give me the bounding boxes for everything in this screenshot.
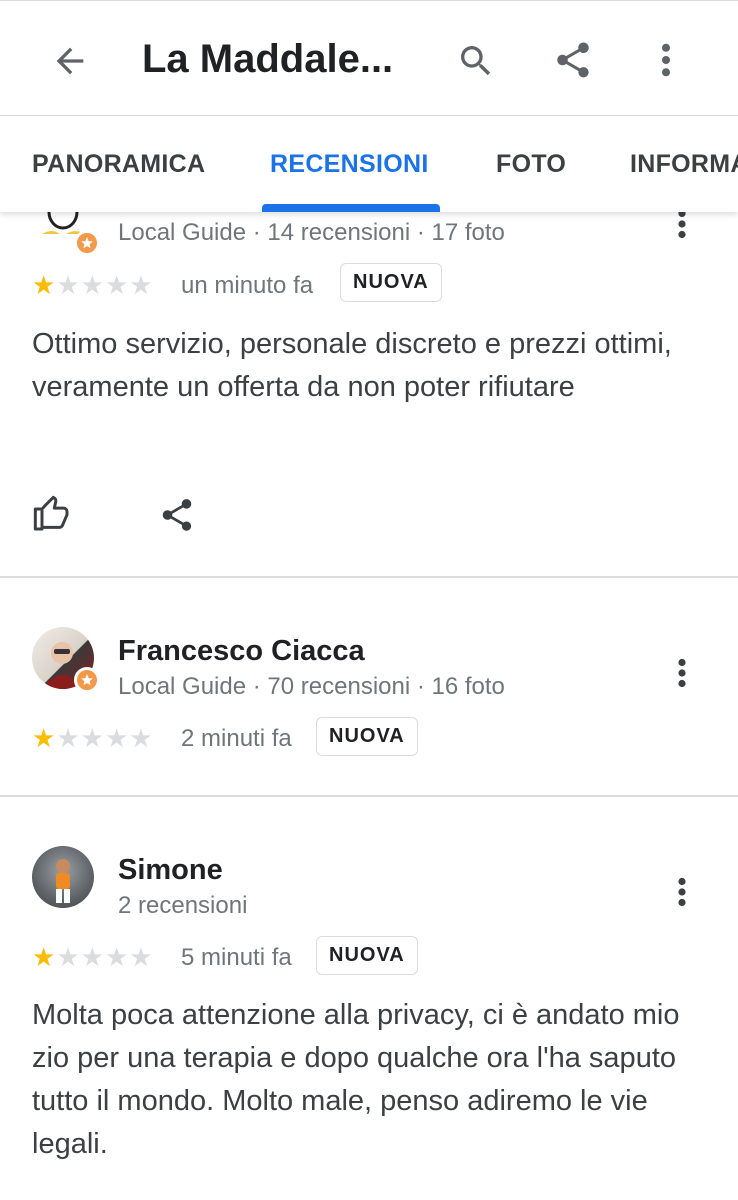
share-review-icon[interactable] — [158, 496, 196, 534]
reviews-list[interactable]: Local Guide · 14 recensioni · 17 foto ★ ★… — [0, 212, 738, 1200]
tab-recensioni[interactable]: RECENSIONI — [270, 150, 429, 179]
local-guide-badge-icon — [74, 667, 100, 693]
review-options-icon[interactable] — [670, 653, 694, 693]
local-guide-badge-icon — [74, 230, 100, 256]
tab-bar: PANORAMICA RECENSIONI FOTO INFORMA — [0, 116, 738, 212]
new-badge: NUOVA — [316, 936, 418, 975]
reviewer-meta: Local Guide · 14 recensioni · 17 foto — [118, 219, 505, 246]
review-text: Ottimo servizio, personale discreto e pr… — [32, 328, 672, 403]
divider — [0, 576, 738, 578]
more-vert-icon[interactable] — [652, 39, 680, 81]
search-icon[interactable] — [456, 41, 496, 81]
review-time: 2 minuti fa — [181, 725, 292, 752]
review-time: un minuto fa — [181, 272, 314, 299]
avatar[interactable] — [32, 627, 100, 693]
reviewer-meta: 2 recensioni — [118, 892, 248, 919]
tab-foto[interactable]: FOTO — [496, 150, 566, 179]
new-badge: NUOVA — [316, 717, 418, 756]
review-text: Molta poca attenzione alla privacy, ci è… — [32, 999, 680, 1160]
tab-panoramica[interactable]: PANORAMICA — [32, 150, 205, 179]
reviewer-name[interactable]: Simone — [118, 854, 223, 887]
avatar[interactable] — [32, 846, 94, 908]
back-arrow-icon[interactable] — [50, 41, 90, 81]
review-time: 5 minuti fa — [181, 944, 292, 971]
app-bar: La Maddale... — [0, 0, 738, 116]
reviewer-name[interactable]: Francesco Ciacca — [118, 635, 365, 668]
place-title: La Maddale... — [142, 37, 394, 81]
divider — [0, 795, 738, 797]
star-rating: ★ ★ ★ ★ ★ — [32, 942, 153, 972]
active-tab-indicator — [262, 204, 440, 212]
avatar[interactable] — [32, 212, 100, 256]
tab-informazioni[interactable]: INFORMA — [630, 150, 738, 179]
share-icon[interactable] — [552, 39, 594, 81]
reviewer-meta: Local Guide · 70 recensioni · 16 foto — [118, 673, 505, 700]
review-options-icon[interactable] — [670, 212, 694, 244]
review-options-icon[interactable] — [670, 872, 694, 912]
thumb-up-icon[interactable] — [32, 494, 72, 534]
star-rating: ★ ★ ★ ★ ★ — [32, 270, 153, 300]
new-badge: NUOVA — [340, 263, 442, 302]
star-rating: ★ ★ ★ ★ ★ — [32, 723, 153, 753]
